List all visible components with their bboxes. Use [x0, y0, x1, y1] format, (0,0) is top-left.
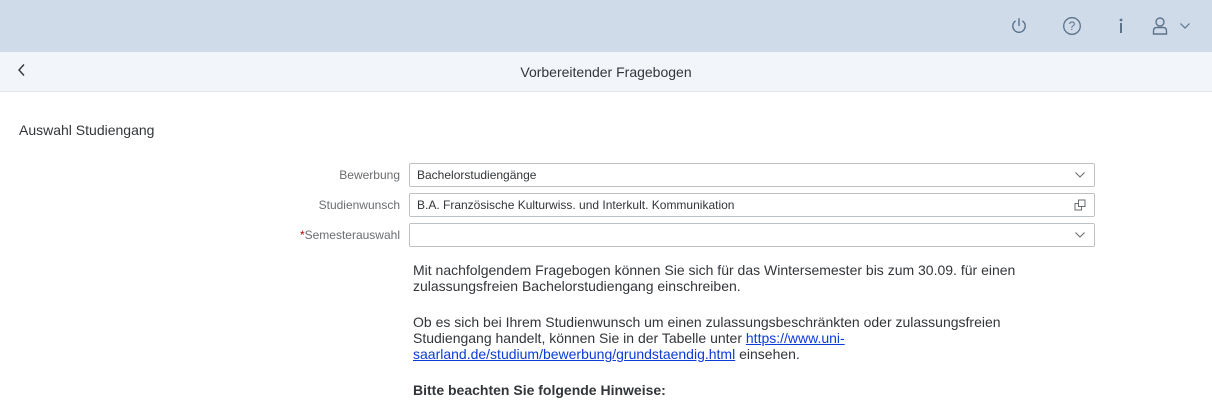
chevron-down-icon[interactable] [1072, 224, 1088, 246]
bewerbung-select[interactable]: Bachelorstudiengänge [409, 163, 1095, 187]
user-icon[interactable] [1144, 0, 1176, 52]
info-paragraph-2: Ob es sich bei Ihrem Studienwunsch um ei… [413, 314, 1093, 362]
svg-text:?: ? [1069, 19, 1076, 33]
info-text: Studiengang handelt, können Sie in der T… [413, 330, 746, 346]
studienwunsch-row: Studienwunsch B.A. Französische Kulturwi… [0, 193, 1212, 217]
semester-label-text: Semesterauswahl [304, 228, 400, 242]
studienwunsch-value: B.A. Französische Kulturwiss. und Interk… [417, 198, 735, 212]
chevron-down-icon[interactable] [1072, 164, 1088, 186]
info-paragraph-1: Mit nachfolgendem Fragebogen können Sie … [413, 262, 1093, 294]
shell-bar: ? [0, 0, 1212, 52]
info-text: Mit nachfolgendem Fragebogen können Sie … [413, 262, 1016, 278]
page-title: Vorbereitender Fragebogen [520, 64, 692, 80]
studienwunsch-label: Studienwunsch [318, 198, 400, 212]
power-icon[interactable] [999, 0, 1039, 52]
semester-label: *Semesterauswahl [300, 223, 400, 247]
info-text: zulassungsfreien Bachelorstudiengang ein… [413, 278, 741, 294]
hint-heading: Bitte beachten Sie folgende Hinweise: [413, 382, 666, 398]
semester-row: *Semesterauswahl [0, 223, 1212, 247]
info-text: Ob es sich bei Ihrem Studienwunsch um ei… [413, 314, 1001, 330]
page-header: Vorbereitender Fragebogen [0, 52, 1212, 92]
value-help-icon[interactable] [1072, 194, 1088, 216]
help-icon[interactable]: ? [1052, 0, 1092, 52]
program-table-link-cont[interactable]: saarland.de/studium/bewerbung/grundstaen… [413, 346, 735, 362]
bewerbung-label: Bewerbung [339, 168, 400, 182]
semester-select[interactable] [409, 223, 1095, 247]
info-icon[interactable] [1101, 0, 1141, 52]
bewerbung-row: Bewerbung Bachelorstudiengänge [0, 163, 1212, 187]
program-table-link[interactable]: https://www.uni- [746, 330, 845, 346]
section-title: Auswahl Studiengang [19, 122, 155, 138]
studienwunsch-input[interactable]: B.A. Französische Kulturwiss. und Interk… [409, 193, 1095, 217]
chevron-down-icon[interactable] [1174, 0, 1196, 52]
main-content: Auswahl Studiengang Bewerbung Bachelorst… [0, 93, 1212, 405]
info-text: einsehen. [735, 346, 800, 362]
bewerbung-value: Bachelorstudiengänge [417, 168, 537, 182]
